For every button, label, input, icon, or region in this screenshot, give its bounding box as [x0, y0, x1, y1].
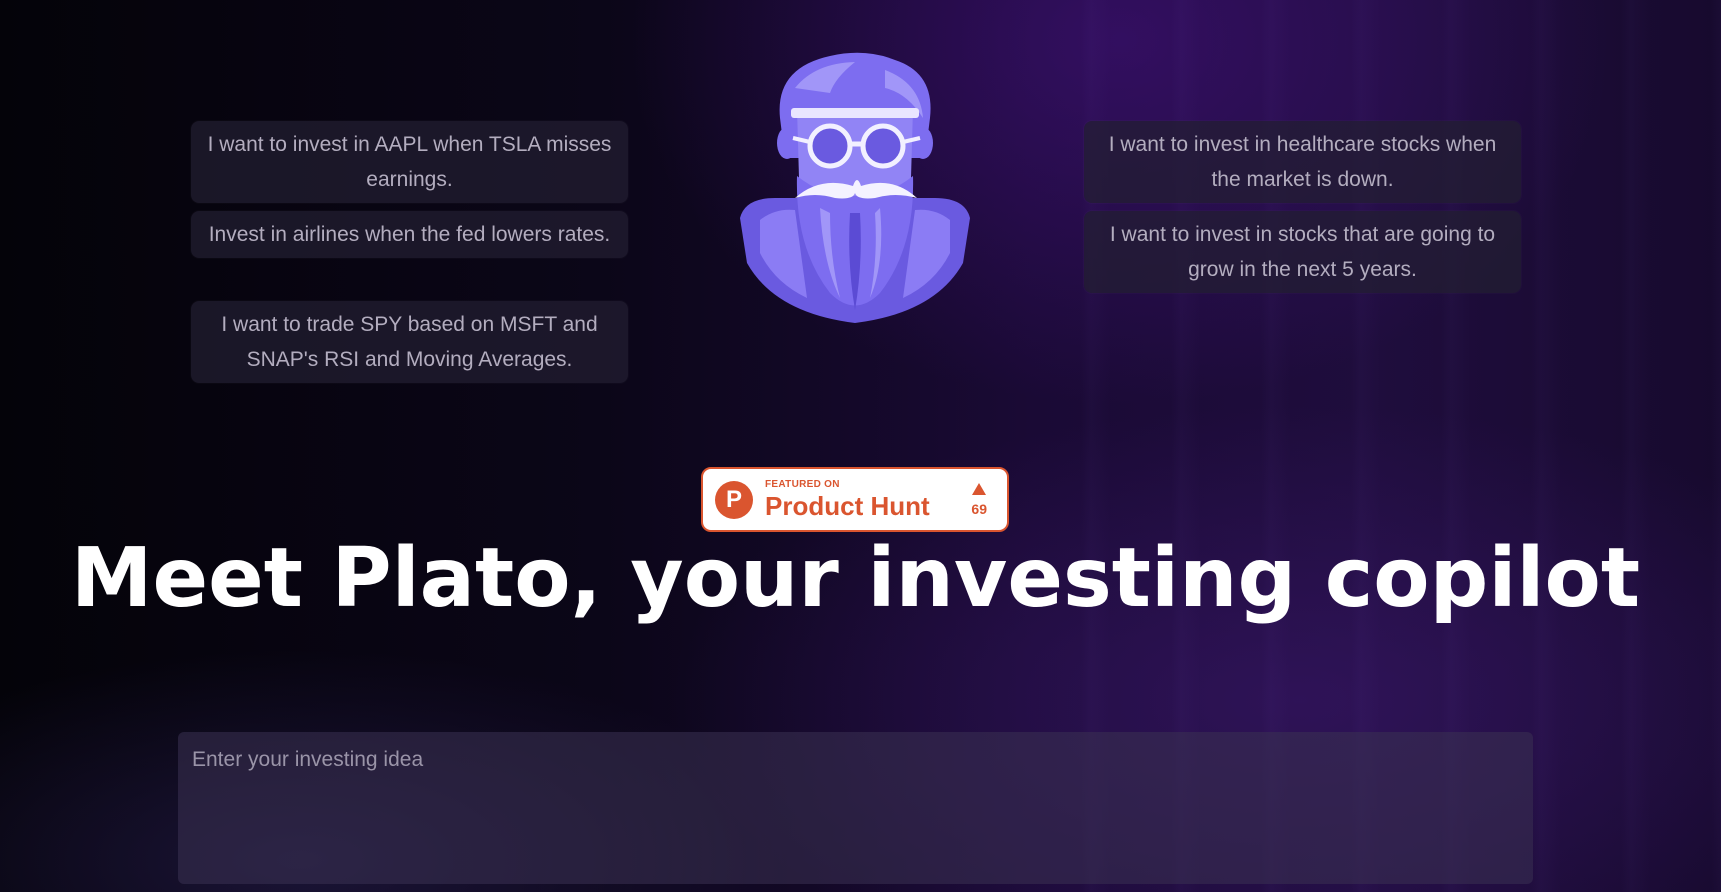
prompt-suggestion-text: Invest in airlines when the fed lowers r…: [208, 223, 611, 246]
plato-bust-icon: [740, 52, 970, 323]
product-hunt-vote-count: 69: [971, 501, 987, 517]
product-hunt-badge[interactable]: P FEATURED ON Product Hunt 69: [701, 467, 1009, 532]
prompt-suggestion-growth[interactable]: I want to invest in stocks that are goin…: [1084, 211, 1521, 293]
investing-idea-input[interactable]: [178, 732, 1533, 884]
page-title: Meet Plato, your investing copilot: [70, 531, 1641, 626]
product-hunt-text: FEATURED ON Product Hunt: [765, 479, 930, 521]
product-hunt-logo-icon: P: [715, 480, 753, 519]
prompt-suggestion-aapl[interactable]: I want to invest in AAPL when TSLA misse…: [191, 121, 628, 203]
prompt-suggestion-text: I want to invest in healthcare stocks wh…: [1108, 133, 1497, 191]
prompt-suggestion-healthcare[interactable]: I want to invest in healthcare stocks wh…: [1084, 121, 1521, 203]
product-hunt-name: Product Hunt: [765, 491, 930, 521]
upvote-arrow-icon: [972, 483, 987, 495]
prompt-suggestion-spy[interactable]: I want to trade SPY based on MSFT and SN…: [191, 301, 628, 383]
prompt-suggestion-text: I want to invest in stocks that are goin…: [1109, 223, 1496, 281]
product-hunt-logo-letter: P: [725, 485, 742, 513]
prompt-suggestion-text: I want to trade SPY based on MSFT and SN…: [221, 313, 598, 371]
prompt-suggestion-airlines[interactable]: Invest in airlines when the fed lowers r…: [191, 211, 628, 258]
prompt-suggestion-text: I want to invest in AAPL when TSLA misse…: [207, 133, 612, 191]
product-hunt-votes: 69: [971, 483, 987, 517]
product-hunt-featured-label: FEATURED ON: [765, 479, 840, 490]
